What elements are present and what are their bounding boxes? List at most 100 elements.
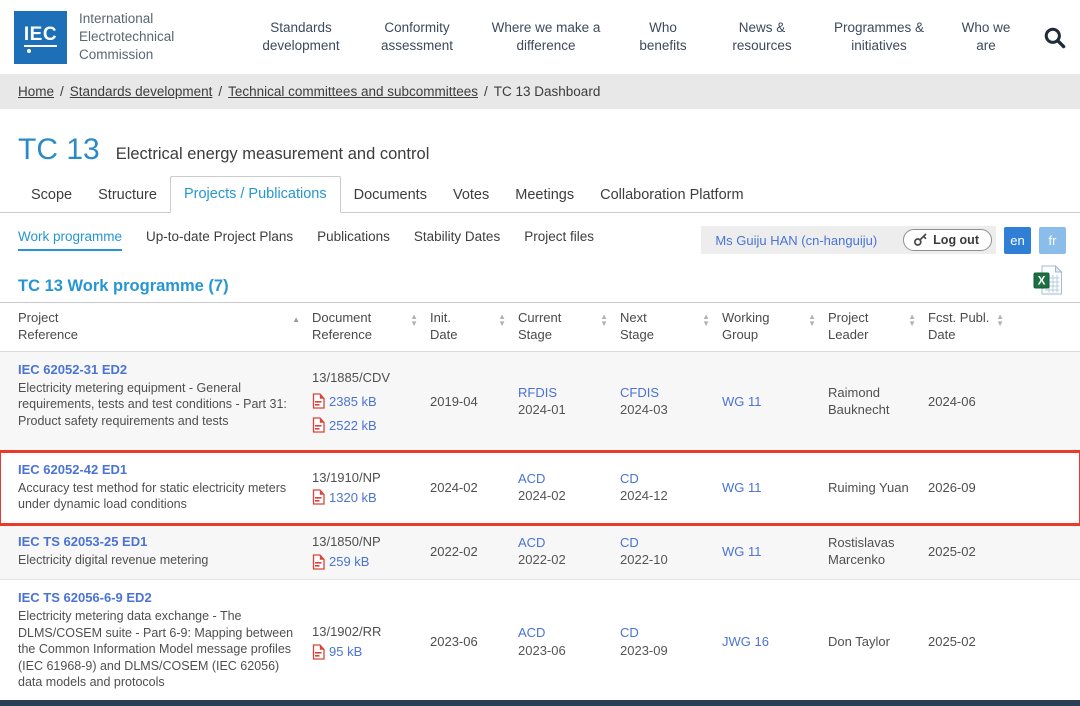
project-link[interactable]: IEC 62052-42 ED1 [18, 461, 300, 478]
iec-logo[interactable]: IEC [14, 11, 67, 64]
lang-en-button[interactable]: en [1004, 227, 1031, 254]
logo-block: IEC International Electrotechnical Commi… [14, 10, 204, 63]
init-date-cell: 2024-02 [430, 452, 518, 523]
working-group-cell: JWG 16 [722, 580, 828, 703]
current-stage-cell: ACD 2023-06 [518, 580, 620, 703]
tab-documents[interactable]: Documents [341, 178, 440, 213]
col-project-leader[interactable]: ProjectLeader ▲▼ [828, 303, 928, 351]
key-icon [913, 233, 928, 247]
stage-link[interactable]: RFDIS [518, 384, 608, 401]
sort-icons[interactable]: ▲▼ [702, 310, 710, 327]
project-link[interactable]: IEC TS 62053-25 ED1 [18, 533, 300, 550]
breadcrumb-home[interactable]: Home [18, 84, 54, 99]
tab-collaboration-platform[interactable]: Collaboration Platform [587, 178, 756, 213]
page-bottom-bar [0, 700, 1080, 706]
document-reference: 13/1850/NP [312, 533, 418, 550]
stage-link[interactable]: CD [620, 470, 710, 487]
pdf-file-link[interactable]: 2522 kB [312, 417, 418, 434]
tab-structure[interactable]: Structure [85, 178, 170, 213]
nav-programmes-initiatives[interactable]: Programmes & initiatives [830, 19, 928, 55]
working-group-link[interactable]: WG 11 [722, 393, 816, 410]
subtab-project-files[interactable]: Project files [524, 229, 594, 251]
init-date-cell: 2022-02 [430, 524, 518, 579]
stage-link[interactable]: ACD [518, 534, 608, 551]
sort-icons[interactable]: ▲▼ [808, 310, 816, 327]
fcst-publ-date-cell: 2025-02 [928, 580, 1016, 703]
project-link[interactable]: IEC 62052-31 ED2 [18, 361, 300, 378]
subtab-publications[interactable]: Publications [317, 229, 390, 251]
nav-news-resources[interactable]: News & resources [721, 19, 803, 55]
fcst-publ-date-cell: 2025-02 [928, 524, 1016, 579]
project-leader-cell: Ruiming Yuan [828, 452, 928, 523]
col-init-date[interactable]: Init.Date ▲▼ [430, 303, 518, 351]
document-reference-cell: 13/1885/CDV 2385 kB 2522 kB [312, 352, 430, 451]
excel-export-icon[interactable]: X [1033, 264, 1064, 296]
tab-scope[interactable]: Scope [18, 178, 85, 213]
sort-icons[interactable]: ▲▼ [996, 310, 1004, 327]
subtab-stability-dates[interactable]: Stability Dates [414, 229, 500, 251]
project-link[interactable]: IEC TS 62056-6-9 ED2 [18, 589, 300, 606]
col-next-stage[interactable]: NextStage ▲▼ [620, 303, 722, 351]
stage-link[interactable]: ACD [518, 470, 608, 487]
logout-button[interactable]: Log out [903, 229, 992, 251]
col-project-reference[interactable]: ProjectReference ▲ [0, 303, 312, 351]
nav-conformity-assessment[interactable]: Conformity assessment [374, 19, 460, 55]
nav-who-benefits[interactable]: Who benefits [632, 19, 694, 55]
subtabs: Work programme Up-to-date Project Plans … [18, 229, 594, 251]
next-stage-cell: CD 2023-09 [620, 580, 722, 703]
working-group-link[interactable]: JWG 16 [722, 633, 816, 650]
work-programme-table: ProjectReference ▲ DocumentReference ▲▼ … [0, 302, 1080, 704]
col-working-group[interactable]: WorkingGroup ▲▼ [722, 303, 828, 351]
user-name-link[interactable]: Ms Guiju HAN (cn-hanguiju) [715, 233, 877, 248]
tab-meetings[interactable]: Meetings [502, 178, 587, 213]
pdf-file-link[interactable]: 1320 kB [312, 489, 418, 506]
nav-standards-development[interactable]: Standards development [255, 19, 347, 55]
tab-bar: Scope Structure Projects / Publications … [0, 175, 1080, 213]
project-reference-cell: IEC TS 62053-25 ED1 Electricity digital … [0, 524, 312, 579]
breadcrumb-separator: / [60, 84, 64, 99]
project-leader-cell: Rostislavas Marcenko [828, 524, 928, 579]
logout-label: Log out [933, 233, 979, 247]
next-stage-cell: CD 2022-10 [620, 524, 722, 579]
page: IEC International Electrotechnical Commi… [0, 0, 1080, 706]
nav-who-we-are[interactable]: Who we are [955, 19, 1017, 55]
next-stage-cell: CD 2024-12 [620, 452, 722, 523]
col-fcst-publ-date[interactable]: Fcst. Publ.Date ▲▼ [928, 303, 1016, 351]
stage-link[interactable]: CFDIS [620, 384, 710, 401]
col-document-reference[interactable]: DocumentReference ▲▼ [312, 303, 430, 351]
lang-fr-button[interactable]: fr [1039, 227, 1066, 254]
fcst-publ-date-cell: 2026-09 [928, 452, 1016, 523]
table-header-row: ProjectReference ▲ DocumentReference ▲▼ … [0, 302, 1080, 352]
sort-icons[interactable]: ▲▼ [498, 310, 506, 327]
pdf-icon [312, 644, 325, 660]
col-current-stage[interactable]: CurrentStage ▲▼ [518, 303, 620, 351]
stage-link[interactable]: CD [620, 534, 710, 551]
pdf-file-link[interactable]: 95 kB [312, 643, 418, 660]
sort-icons[interactable]: ▲▼ [600, 310, 608, 327]
search-icon[interactable] [1043, 26, 1066, 49]
document-reference-cell: 13/1850/NP 259 kB [312, 524, 430, 579]
breadcrumb-separator: / [218, 84, 222, 99]
project-title: Accuracy test method for static electric… [18, 480, 300, 513]
fcst-publ-date-cell: 2024-06 [928, 352, 1016, 451]
tab-votes[interactable]: Votes [440, 178, 502, 213]
working-group-link[interactable]: WG 11 [722, 479, 816, 496]
pdf-file-link[interactable]: 259 kB [312, 553, 418, 570]
subtab-work-programme[interactable]: Work programme [18, 229, 122, 251]
project-title: Electricity digital revenue metering [18, 552, 300, 569]
subtab-up-to-date-project-plans[interactable]: Up-to-date Project Plans [146, 229, 293, 251]
sort-asc-icon[interactable]: ▲ [292, 310, 300, 323]
stage-link[interactable]: ACD [518, 624, 608, 641]
tab-projects-publications[interactable]: Projects / Publications [170, 176, 341, 213]
nav-where-we-make-a-difference[interactable]: Where we make a difference [487, 19, 605, 55]
sort-icons[interactable]: ▲▼ [410, 310, 418, 327]
pdf-file-link[interactable]: 2385 kB [312, 393, 418, 410]
sort-icons[interactable]: ▲▼ [908, 310, 916, 327]
pdf-icon [312, 417, 325, 433]
project-leader-cell: Raimond Bauknecht [828, 352, 928, 451]
org-name: International Electrotechnical Commissio… [79, 10, 204, 63]
stage-link[interactable]: CD [620, 624, 710, 641]
working-group-link[interactable]: WG 11 [722, 543, 816, 560]
breadcrumb-technical-committees[interactable]: Technical committees and subcommittees [228, 84, 478, 99]
breadcrumb-standards-development[interactable]: Standards development [70, 84, 213, 99]
